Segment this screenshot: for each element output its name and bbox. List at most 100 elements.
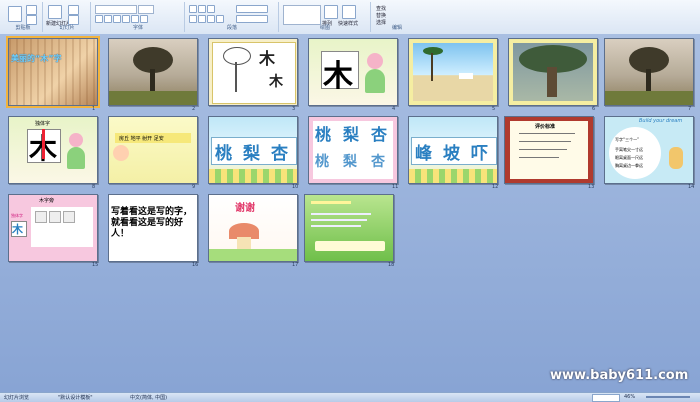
slide-12-char-3: 吓 <box>471 144 488 164</box>
tree-trunk-image <box>150 69 155 91</box>
status-theme: "默认设计模板" <box>58 395 93 401</box>
slide-thumbnail-12[interactable]: 峰 坡 吓 <box>408 116 498 184</box>
slide-sorter-workspace[interactable]: 美丽的“木”字 1 2 木 木 3 木 4 5 6 7 独体字 8 房丘 地平 … <box>0 34 700 392</box>
slide-11-char-5: 梨 <box>343 154 357 170</box>
slide-11-char-6: 杏 <box>371 154 385 170</box>
editing-label: 编辑 <box>391 25 402 31</box>
slide-number-17: 17 <box>292 262 299 268</box>
smartart-icon[interactable] <box>236 15 268 23</box>
slide-1-title: 美丽的“木”字 <box>11 54 62 63</box>
slide-number-3: 3 <box>292 106 296 112</box>
slide-14-line-2: 手离笔尖一寸远 <box>615 147 643 152</box>
flowers-border-image <box>409 169 497 183</box>
slide-thumbnail-9[interactable]: 房丘 地平 射开 足安 <box>108 116 198 184</box>
zoom-slider[interactable] <box>646 396 690 398</box>
font-size-select[interactable] <box>138 5 154 14</box>
bullets-icon[interactable] <box>189 5 197 13</box>
slide-thumbnail-6[interactable] <box>508 38 598 106</box>
slide-thumbnail-10[interactable]: 桃 梨 杏 <box>208 116 298 184</box>
quick-styles-icon[interactable] <box>342 5 356 19</box>
slide-number-7: 7 <box>688 106 692 112</box>
slide-thumbnail-2[interactable] <box>108 38 198 106</box>
justify-icon[interactable] <box>216 15 224 23</box>
slide-11-char-1: 桃 <box>315 125 332 144</box>
arrange-icon[interactable] <box>324 5 338 19</box>
slide-thumbnail-7[interactable] <box>604 38 694 106</box>
slide-11-char-3: 杏 <box>371 125 388 144</box>
ribbon: 剪贴板 新建幻灯片 幻灯片 字体 段落 排列 快速样式 绘图 查找 替换 选择 … <box>0 0 700 35</box>
slide-number-13: 13 <box>588 184 595 190</box>
slide-thumbnail-13[interactable]: 评价标准 <box>504 116 594 184</box>
indent-icon[interactable] <box>207 5 215 13</box>
status-view: 幻灯片浏览 <box>4 395 30 401</box>
girl-cartoon-image <box>69 133 83 147</box>
slide-17-title: 谢谢 <box>235 203 255 214</box>
slide-thumbnail-14[interactable]: Build your dream 写字“三个一” 手离笔尖一寸远 眼离桌面一尺远… <box>604 116 694 184</box>
slide-11-char-2: 梨 <box>343 125 360 144</box>
slide-thumbnail-1[interactable]: 美丽的“木”字 <box>6 36 100 108</box>
slide-15-heading: 木字旁 <box>39 198 55 204</box>
slide-14-line-3: 眼离桌面一尺远 <box>615 155 643 160</box>
slide-number-11: 11 <box>392 184 399 190</box>
slide-16-text: 写着看这是写的字，就看看这是写的好人！ <box>111 207 193 239</box>
status-language: 中文(简体, 中国) <box>130 395 168 401</box>
slides-group: 新建幻灯片 幻灯片 <box>44 2 91 32</box>
slide-10-char-2: 梨 <box>243 144 260 164</box>
slide-14-title: Build your dream <box>639 118 683 124</box>
watermark-text: www.baby611.com <box>550 368 689 383</box>
align-center-icon[interactable] <box>198 15 206 23</box>
slide-thumbnail-18[interactable] <box>304 194 394 262</box>
cut-icon[interactable] <box>26 5 37 15</box>
slide-thumbnail-4[interactable]: 木 <box>308 38 398 106</box>
slide-thumbnail-8[interactable]: 独体字 木 <box>8 116 98 184</box>
slide-thumbnail-17[interactable]: 谢谢 <box>208 194 298 262</box>
slide-thumbnail-15[interactable]: 木字旁 独体字 木 <box>8 194 98 262</box>
slide-15-char: 木 <box>12 223 23 236</box>
slide-number-8: 8 <box>92 184 96 190</box>
slide-thumbnail-11[interactable]: 桃 梨 杏 桃 梨 杏 <box>308 116 398 184</box>
slide-14-line-1: 写字“三个一” <box>615 137 640 142</box>
bold-icon[interactable] <box>95 15 103 23</box>
slide-9-text: 房丘 地平 射开 足安 <box>119 136 164 142</box>
underline-icon[interactable] <box>113 15 121 23</box>
slide-number-12: 12 <box>492 184 499 190</box>
italic-icon[interactable] <box>104 15 112 23</box>
slide-10-char-3: 杏 <box>271 144 288 164</box>
slide-thumbnail-3[interactable]: 木 木 <box>208 38 298 106</box>
font-group: 字体 <box>92 2 185 32</box>
slide-number-18: 18 <box>388 262 395 268</box>
clipboard-label: 剪贴板 <box>15 25 31 31</box>
slide-number-4: 4 <box>392 106 396 112</box>
slide-number-5: 5 <box>492 106 496 112</box>
slide-thumbnail-5[interactable] <box>408 38 498 106</box>
align-left-icon[interactable] <box>189 15 197 23</box>
slide-number-1: 1 <box>92 106 96 112</box>
shadow-icon[interactable] <box>131 15 139 23</box>
slide-11-char-4: 桃 <box>315 154 329 170</box>
align-right-icon[interactable] <box>207 15 215 23</box>
paste-icon[interactable] <box>8 6 22 22</box>
replace-button[interactable]: 替换 <box>376 12 386 19</box>
slide-12-char-1: 峰 <box>415 144 432 164</box>
slides-label: 幻灯片 <box>59 25 75 31</box>
zoom-level[interactable]: 46% <box>624 394 635 400</box>
slide-3-char-2: 木 <box>269 74 283 90</box>
slide-14-line-4: 胸离桌边一拳远 <box>615 163 643 168</box>
strikethrough-icon[interactable] <box>122 15 130 23</box>
find-button[interactable]: 查找 <box>376 5 386 12</box>
drawing-group: 排列 快速样式 绘图 <box>280 2 371 32</box>
text-direction-icon[interactable] <box>236 5 268 13</box>
shapes-gallery[interactable] <box>283 5 321 25</box>
font-name-select[interactable] <box>95 5 137 14</box>
slide-10-char-1: 桃 <box>215 144 232 164</box>
slide-number-14: 14 <box>688 184 695 190</box>
slide-number-6: 6 <box>592 106 596 112</box>
tree-sketch-image <box>223 47 251 65</box>
numbering-icon[interactable] <box>198 5 206 13</box>
layout-icon[interactable] <box>68 5 79 15</box>
flowers-border-image <box>209 169 297 183</box>
slide-thumbnail-16[interactable]: 写着看这是写的字，就看看这是写的好人！ <box>108 194 198 262</box>
new-slide-icon[interactable] <box>48 5 62 19</box>
font-color-icon[interactable] <box>140 15 148 23</box>
slide-number-16: 16 <box>192 262 199 268</box>
